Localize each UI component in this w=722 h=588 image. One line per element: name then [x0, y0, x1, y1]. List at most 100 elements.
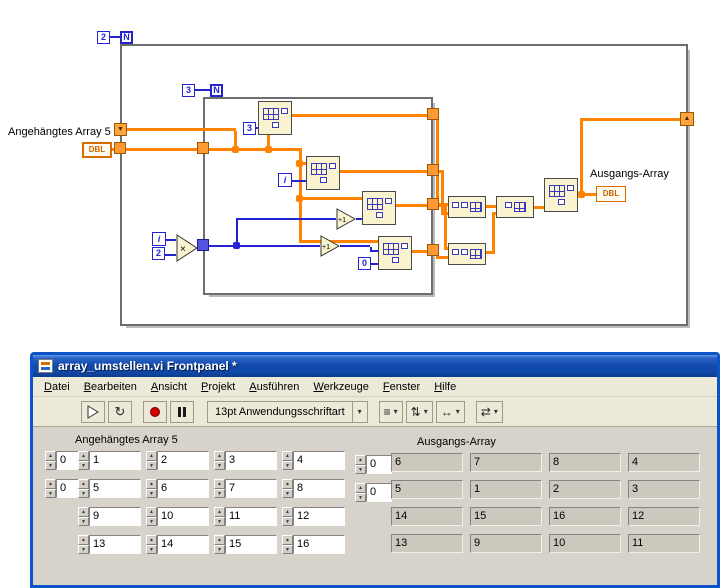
menu-projekt[interactable]: Projekt [194, 378, 242, 396]
numeric-value-field[interactable]: 4 [293, 451, 345, 470]
numeric-value-field[interactable]: 8 [293, 479, 345, 498]
array-element-control[interactable]: ▲ ▼ 15 [214, 535, 282, 563]
increment-arrow-icon[interactable]: ▲ [355, 455, 366, 465]
index-array-node-2[interactable] [306, 156, 340, 190]
increment-decrement-spinner[interactable]: ▲ ▼ [146, 507, 157, 526]
numeric-value-field[interactable]: 12 [293, 507, 345, 526]
decrement-arrow-icon[interactable]: ▼ [214, 488, 225, 498]
increment-arrow-icon[interactable]: ▲ [78, 535, 89, 545]
decrement-arrow-icon[interactable]: ▼ [282, 488, 293, 498]
input-index-control-column[interactable]: ▲ ▼ 0 [45, 479, 82, 498]
menu-werkzeuge[interactable]: Werkzeuge [306, 378, 375, 396]
output-array-terminal[interactable]: DBL [596, 186, 626, 202]
increment-decrement-spinner[interactable]: ▲ ▼ [282, 507, 293, 526]
increment-function-lower[interactable]: +1 [320, 235, 340, 257]
align-objects-dropdown[interactable]: ≡ ▾ [378, 400, 403, 423]
increment-arrow-icon[interactable]: ▲ [214, 535, 225, 545]
multiply-function[interactable]: × [176, 234, 198, 262]
increment-arrow-icon[interactable]: ▲ [282, 507, 293, 517]
index-value-field[interactable]: 0 [366, 483, 392, 502]
numeric-value-field[interactable]: 1 [89, 451, 141, 470]
increment-decrement-spinner[interactable]: ▲ ▼ [146, 451, 157, 470]
menu-fenster[interactable]: Fenster [376, 378, 427, 396]
array-element-control[interactable]: ▲ ▼ 1 [78, 451, 146, 479]
menu-ansicht[interactable]: Ansicht [144, 378, 194, 396]
decrement-arrow-icon[interactable]: ▼ [45, 460, 56, 470]
run-button[interactable] [81, 400, 105, 423]
reorder-objects-dropdown[interactable]: ⇄ ▾ [475, 400, 503, 423]
numeric-value-field[interactable]: 9 [89, 507, 141, 526]
increment-decrement-spinner[interactable]: ▲ ▼ [214, 479, 225, 498]
increment-decrement-spinner[interactable]: ▲ ▼ [214, 507, 225, 526]
build-array-node-2[interactable] [448, 243, 486, 265]
index-value-field[interactable]: 0 [366, 455, 392, 474]
numeric-value-field[interactable]: 7 [225, 479, 277, 498]
decrement-arrow-icon[interactable]: ▼ [78, 460, 89, 470]
array-element-control[interactable]: ▲ ▼ 9 [78, 507, 146, 535]
array-element-control[interactable]: ▲ ▼ 5 [78, 479, 146, 507]
inner-loop-n-terminal[interactable]: N [210, 84, 223, 97]
decrement-arrow-icon[interactable]: ▼ [214, 544, 225, 554]
decrement-arrow-icon[interactable]: ▼ [146, 460, 157, 470]
array-element-control[interactable]: ▲ ▼ 8 [282, 479, 350, 507]
combine-array-node[interactable] [496, 196, 534, 218]
outer-loop-n-terminal[interactable]: N [120, 31, 133, 44]
increment-decrement-spinner[interactable]: ▲ ▼ [78, 479, 89, 498]
increment-arrow-icon[interactable]: ▲ [146, 479, 157, 489]
index-constant-0[interactable]: 0 [358, 257, 371, 270]
index-spinner[interactable]: ▲ ▼ [45, 451, 56, 470]
input-index-control-row[interactable]: ▲ ▼ 0 [45, 451, 82, 470]
pause-button[interactable] [170, 400, 194, 423]
increment-decrement-spinner[interactable]: ▲ ▼ [282, 479, 293, 498]
increment-decrement-spinner[interactable]: ▲ ▼ [214, 535, 225, 554]
decrement-arrow-icon[interactable]: ▼ [78, 516, 89, 526]
numeric-value-field[interactable]: 13 [89, 535, 141, 554]
array-element-control[interactable]: ▲ ▼ 13 [78, 535, 146, 563]
resize-objects-dropdown[interactable]: ↔ ▾ [435, 400, 465, 423]
decrement-arrow-icon[interactable]: ▼ [355, 464, 366, 474]
numeric-value-field[interactable]: 16 [293, 535, 345, 554]
numeric-value-field[interactable]: 3 [225, 451, 277, 470]
index-array-node-1[interactable] [258, 101, 292, 135]
increment-arrow-icon[interactable]: ▲ [355, 483, 366, 493]
array-element-control[interactable]: ▲ ▼ 3 [214, 451, 282, 479]
decrement-arrow-icon[interactable]: ▼ [45, 488, 56, 498]
increment-decrement-spinner[interactable]: ▲ ▼ [214, 451, 225, 470]
distribute-objects-dropdown[interactable]: ⇅ ▾ [405, 400, 433, 423]
run-continuous-button[interactable]: ↻ [108, 400, 132, 423]
array-element-control[interactable]: ▲ ▼ 7 [214, 479, 282, 507]
outer-iteration-terminal[interactable]: i [152, 232, 166, 246]
build-array-node-1[interactable] [448, 196, 486, 218]
index-constant-3[interactable]: 3 [243, 122, 256, 135]
increment-arrow-icon[interactable]: ▲ [78, 479, 89, 489]
increment-function-upper[interactable]: +1 [336, 208, 356, 230]
output-index-control-row[interactable]: ▲ ▼ 0 [355, 455, 392, 474]
increment-arrow-icon[interactable]: ▲ [282, 535, 293, 545]
decrement-arrow-icon[interactable]: ▼ [282, 544, 293, 554]
numeric-value-field[interactable]: 14 [157, 535, 209, 554]
increment-decrement-spinner[interactable]: ▲ ▼ [282, 535, 293, 554]
decrement-arrow-icon[interactable]: ▼ [78, 544, 89, 554]
numeric-value-field[interactable]: 11 [225, 507, 277, 526]
multiplier-constant[interactable]: 2 [152, 247, 165, 260]
decrement-arrow-icon[interactable]: ▼ [146, 516, 157, 526]
decrement-arrow-icon[interactable]: ▼ [146, 544, 157, 554]
inner-count-constant[interactable]: 3 [182, 84, 195, 97]
array-element-control[interactable]: ▲ ▼ 2 [146, 451, 214, 479]
decrement-arrow-icon[interactable]: ▼ [78, 488, 89, 498]
increment-arrow-icon[interactable]: ▲ [214, 479, 225, 489]
increment-arrow-icon[interactable]: ▲ [78, 451, 89, 461]
index-array-node-4[interactable] [378, 236, 412, 270]
menu-datei[interactable]: Datei [37, 378, 77, 396]
array-element-control[interactable]: ▲ ▼ 14 [146, 535, 214, 563]
decrement-arrow-icon[interactable]: ▼ [282, 460, 293, 470]
array-element-control[interactable]: ▲ ▼ 6 [146, 479, 214, 507]
title-bar[interactable]: array_umstellen.vi Frontpanel * [33, 355, 717, 377]
decrement-arrow-icon[interactable]: ▼ [214, 460, 225, 470]
index-spinner[interactable]: ▲ ▼ [45, 479, 56, 498]
menu-bearbeiten[interactable]: Bearbeiten [77, 378, 144, 396]
numeric-value-field[interactable]: 10 [157, 507, 209, 526]
increment-decrement-spinner[interactable]: ▲ ▼ [78, 535, 89, 554]
decrement-arrow-icon[interactable]: ▼ [146, 488, 157, 498]
increment-arrow-icon[interactable]: ▲ [282, 479, 293, 489]
